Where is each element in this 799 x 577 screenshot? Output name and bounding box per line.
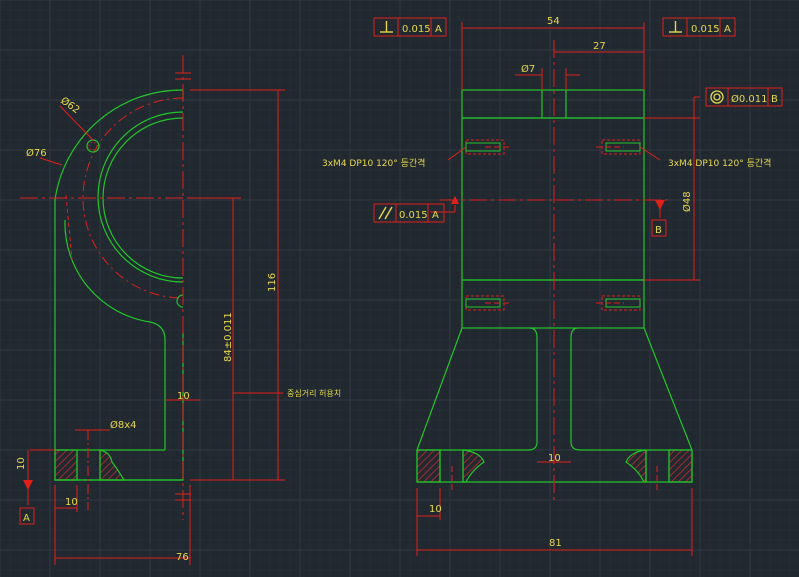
concentric-datum: B [771, 94, 778, 105]
perp-right-value: 0.015 [691, 24, 720, 35]
dim-27[interactable]: 27 [593, 41, 606, 52]
parallel-datum: A [432, 210, 439, 221]
dim-10-left-vertical[interactable]: 10 [16, 457, 27, 470]
dim-phi76[interactable]: Ø76 [26, 147, 47, 159]
dim-10-bottom-left[interactable]: 10 [65, 497, 78, 508]
dim-116[interactable]: 116 [267, 273, 278, 292]
dim-phi8x4[interactable]: Ø8x4 [110, 419, 137, 431]
dim-54[interactable]: 54 [547, 16, 560, 27]
perp-right-datum: A [724, 24, 731, 35]
parallel-value: 0.015 [399, 210, 428, 221]
dim-76[interactable]: 76 [176, 552, 189, 563]
note-center-distance[interactable]: 중심거리 허용치 [287, 388, 341, 398]
dim-10-bottom-right[interactable]: 10 [429, 504, 442, 515]
concentric-value: Ø0.011 [731, 93, 768, 105]
dim-84[interactable]: 84±0.011 [223, 312, 234, 362]
base-hatch-left [54, 449, 78, 481]
base-hatch-right-4 [668, 449, 693, 483]
base-hatch-right-1 [416, 449, 441, 483]
dim-81[interactable]: 81 [549, 538, 562, 549]
perp-left-value: 0.015 [402, 24, 431, 35]
datum-b-text: B [655, 225, 662, 236]
dim-10-web[interactable]: 10 [177, 391, 190, 402]
cad-drawing-canvas[interactable]: 0.015 A 0.015 A 0.015 A Ø0.011 B A B 54 … [0, 0, 799, 577]
dim-10-center-right[interactable]: 10 [548, 453, 561, 464]
datum-a-text: A [23, 513, 30, 524]
note-tap-left[interactable]: 3xM4 DP10 120° 등간격 [322, 157, 425, 169]
dim-phi48[interactable]: Ø48 [681, 191, 693, 212]
note-tap-right[interactable]: 3xM4 DP10 120° 등간격 [668, 157, 771, 169]
perp-left-datum: A [435, 24, 442, 35]
dim-phi7[interactable]: Ø7 [521, 63, 535, 75]
